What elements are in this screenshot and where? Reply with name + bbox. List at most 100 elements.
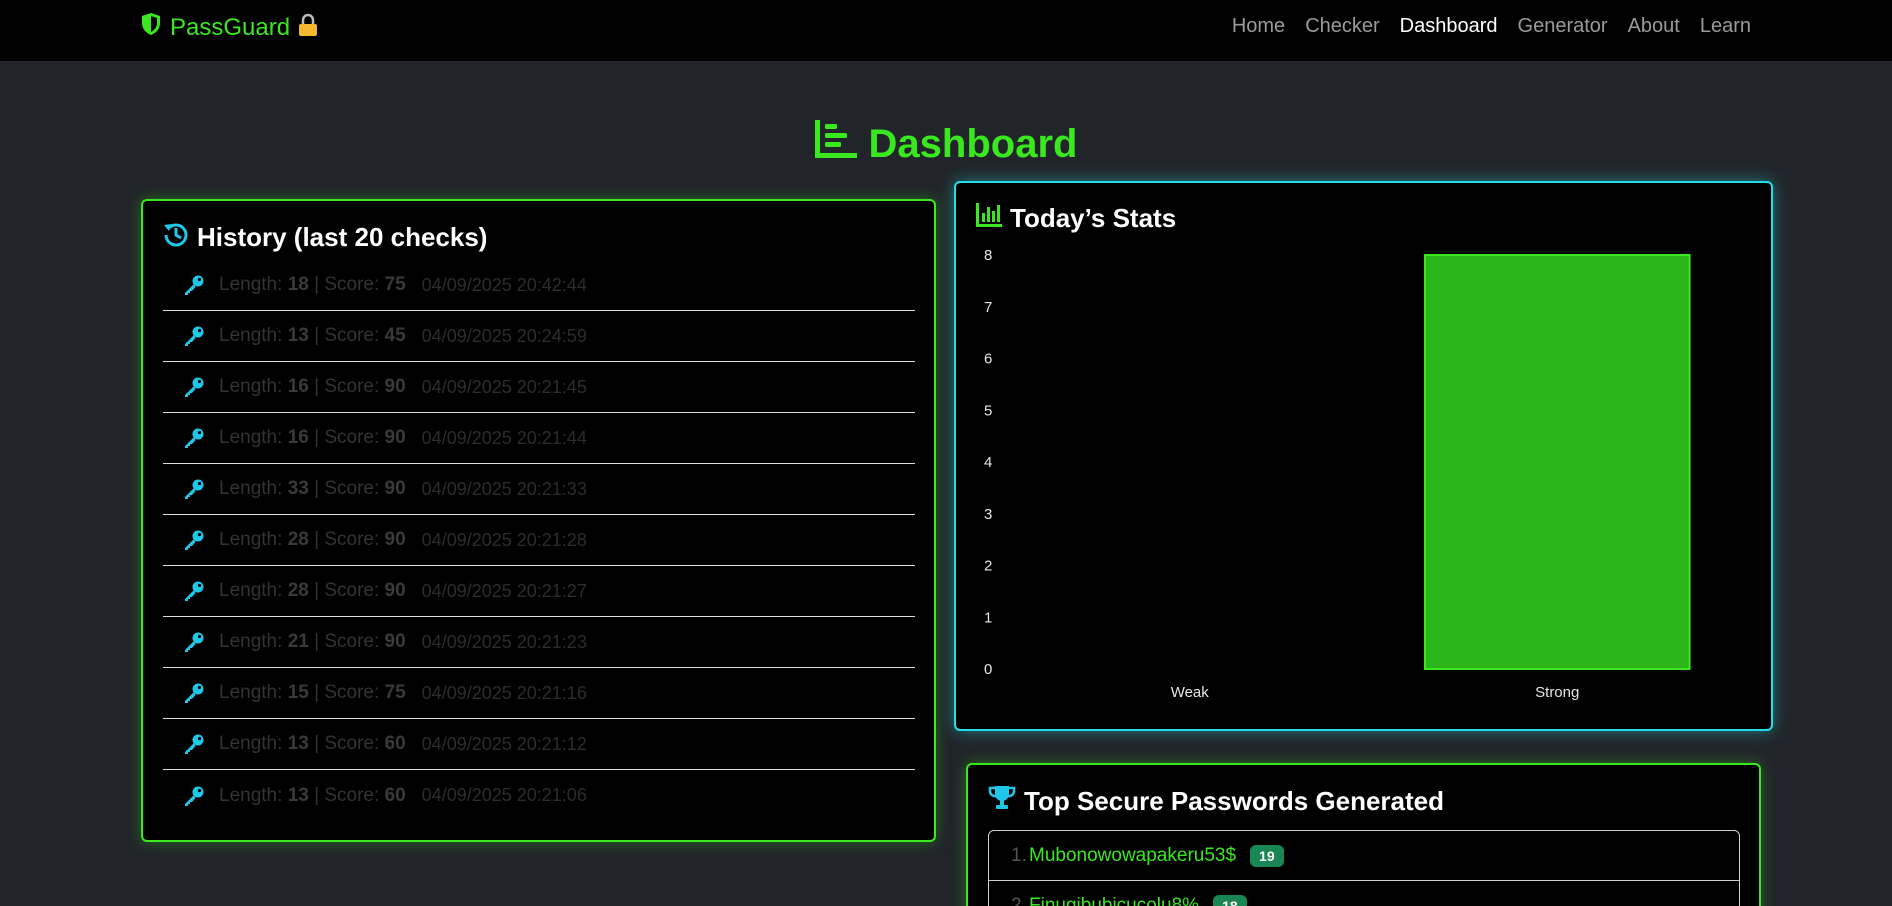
- top-password-item: 1. Mubonowowapakeru53$ 19: [989, 831, 1739, 881]
- top-passwords-title: Top Secure Passwords Generated: [988, 785, 1739, 818]
- length-value: 13: [287, 784, 309, 806]
- brand-link[interactable]: PassGuard: [140, 12, 318, 43]
- score-value: 45: [384, 325, 406, 346]
- length-label: Length:: [219, 580, 283, 601]
- separator: |: [314, 784, 320, 806]
- key-icon: [183, 325, 219, 347]
- history-title-text: History (last 20 checks): [197, 222, 488, 252]
- y-tick-label: 5: [984, 402, 992, 419]
- y-tick-label: 0: [984, 661, 992, 678]
- y-tick-label: 6: [984, 351, 992, 368]
- y-tick-label: 2: [984, 558, 992, 575]
- score-label: Score:: [324, 529, 380, 550]
- nav-link-learn[interactable]: Learn: [1700, 15, 1751, 38]
- password-text: Mubonowowapakeru53$: [1029, 844, 1237, 866]
- length-value: 21: [287, 631, 309, 652]
- key-icon: [183, 529, 219, 551]
- score-value: 90: [384, 580, 406, 601]
- rank: 1.: [1011, 844, 1027, 866]
- history-row: Length: 13 | Score: 45 04/09/2025 20:24:5…: [163, 311, 915, 362]
- timestamp: 04/09/2025 20:21:06: [421, 785, 587, 805]
- history-row: Length: 18 | Score: 75 04/09/2025 20:42:4…: [163, 260, 915, 311]
- separator: |: [314, 274, 320, 295]
- timestamp: 04/09/2025 20:21:44: [421, 427, 587, 448]
- dashboard-icon: [814, 120, 857, 168]
- y-tick-label: 1: [984, 609, 992, 626]
- stats-card: Today’s Stats 0 1 2 3 4 5 6 7 8 Weak Strong: [954, 181, 1773, 731]
- separator: |: [314, 427, 320, 448]
- separator: |: [314, 376, 320, 397]
- score-label: Score:: [324, 682, 380, 703]
- nav-link-home[interactable]: Home: [1232, 15, 1285, 38]
- key-icon: [183, 682, 219, 704]
- page-title: Dashboard: [0, 120, 1892, 168]
- length-label: Length:: [219, 529, 283, 550]
- rank: 2.: [1011, 894, 1027, 906]
- navbar: PassGuard Home Checker Dashboard Generator A…: [0, 0, 1892, 61]
- score-value: 75: [384, 274, 406, 295]
- history-icon: [163, 221, 189, 254]
- score-value: 90: [384, 376, 406, 397]
- history-row: Length: 13 | Score: 60 04/09/2025 20:21:0…: [163, 770, 915, 821]
- length-value: 28: [287, 580, 309, 601]
- top-password-item: 2. Finugibubicucolu8% 18: [989, 881, 1739, 906]
- length-value: 33: [287, 478, 309, 499]
- timestamp: 04/09/2025 20:24:59: [421, 325, 587, 346]
- key-icon: [183, 376, 219, 398]
- length-label: Length:: [219, 682, 283, 703]
- history-card: History (last 20 checks) Length: 18 | Sc…: [141, 199, 936, 842]
- y-tick-label: 7: [984, 299, 992, 316]
- timestamp: 04/09/2025 20:21:33: [421, 478, 587, 499]
- score-label: Score:: [324, 580, 380, 601]
- score-value: 90: [384, 478, 406, 499]
- separator: |: [314, 631, 320, 652]
- length-badge: 18: [1213, 894, 1247, 906]
- y-tick-label: 4: [984, 454, 992, 471]
- top-passwords-card: Top Secure Passwords Generated 1. Mubonow…: [966, 763, 1761, 906]
- history-row: Length: 33 | Score: 90 04/09/2025 20:21:3…: [163, 464, 915, 515]
- key-icon: [183, 274, 219, 296]
- x-tick-label: Weak: [1171, 684, 1210, 701]
- history-title: History (last 20 checks): [163, 221, 914, 254]
- page-title-text: Dashboard: [868, 121, 1078, 166]
- score-value: 90: [384, 427, 406, 448]
- top-passwords-list: 1. Mubonowowapakeru53$ 19 2. Finugibubicucol…: [988, 830, 1740, 906]
- history-row: Length: 16 | Score: 90 04/09/2025 20:21:4…: [163, 413, 915, 464]
- history-row: Length: 16 | Score: 90 04/09/2025 20:21:4…: [163, 362, 915, 413]
- score-label: Score:: [324, 325, 380, 346]
- score-label: Score:: [324, 427, 380, 448]
- separator: |: [314, 733, 320, 754]
- separator: |: [314, 580, 320, 601]
- length-label: Length:: [219, 478, 283, 499]
- length-value: 13: [287, 325, 309, 346]
- key-icon: [183, 733, 219, 755]
- timestamp: 04/09/2025 20:21:27: [421, 580, 587, 601]
- length-badge: 19: [1250, 844, 1284, 867]
- brand-name: PassGuard: [170, 13, 291, 41]
- stats-title-text: Today’s Stats: [1010, 203, 1177, 233]
- password-text: Finugibubicucolu8%: [1029, 894, 1200, 906]
- length-value: 16: [287, 427, 309, 448]
- key-icon: [183, 427, 219, 449]
- history-row: Length: 28 | Score: 90 04/09/2025 20:21:2…: [163, 566, 915, 617]
- timestamp: 04/09/2025 20:21:23: [421, 631, 587, 652]
- length-label: Length:: [219, 733, 283, 754]
- score-value: 90: [384, 631, 406, 652]
- timestamp: 04/09/2025 20:21:16: [421, 682, 587, 703]
- length-label: Length:: [219, 325, 283, 346]
- stats-chart: 0 1 2 3 4 5 6 7 8 Weak Strong: [976, 245, 1751, 710]
- key-icon: [183, 785, 219, 807]
- bar-strong: [1423, 254, 1691, 670]
- score-value: 60: [384, 733, 406, 754]
- nav-link-dashboard[interactable]: Dashboard: [1400, 15, 1498, 38]
- length-label: Length:: [219, 427, 283, 448]
- top-passwords-title-text: Top Secure Passwords Generated: [1024, 786, 1444, 816]
- nav-link-generator[interactable]: Generator: [1518, 15, 1608, 38]
- nav-link-checker[interactable]: Checker: [1305, 15, 1379, 38]
- nav-link-about[interactable]: About: [1628, 15, 1680, 38]
- score-label: Score:: [324, 631, 380, 652]
- timestamp: 04/09/2025 20:42:44: [421, 274, 587, 295]
- length-value: 16: [287, 376, 309, 397]
- key-icon: [183, 631, 219, 653]
- trophy-icon: [988, 785, 1016, 818]
